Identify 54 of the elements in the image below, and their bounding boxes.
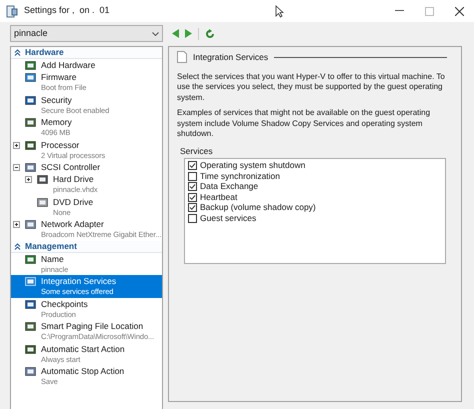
description-text: Examples of services that might not be available on the guest operating system include Volume Shadow Copy Services and operating system shutdown. [177, 108, 432, 140]
chevron-down-icon [152, 32, 159, 36]
setting-icon [25, 276, 36, 287]
checkbox[interactable] [188, 203, 197, 212]
setting-icon [25, 72, 36, 83]
tree-item[interactable]: Add Hardware [11, 59, 162, 71]
services-label: Services [180, 144, 214, 158]
checkbox[interactable] [188, 161, 197, 170]
dropdown-value: pinnacle [14, 26, 48, 40]
service-checkbox[interactable]: Backup (volume shadow copy) [188, 202, 445, 213]
expand-icon[interactable] [13, 221, 20, 228]
checkbox[interactable] [188, 192, 197, 202]
service-checkbox[interactable]: Operating system shutdown [188, 160, 445, 171]
back-arrow-icon[interactable] [172, 29, 179, 38]
collapse-chevron-icon [14, 242, 21, 250]
vm-dropdown[interactable]: pinnacle [10, 25, 163, 42]
setting-icon [25, 94, 36, 106]
service-checkbox[interactable]: Data Exchange [188, 182, 445, 192]
minimize-icon [394, 10, 404, 12]
section-header[interactable]: Management [11, 240, 162, 252]
document-icon [177, 51, 187, 64]
collapse-icon[interactable] [13, 164, 20, 171]
checkbox[interactable] [188, 172, 197, 181]
section-header[interactable]: Hardware [11, 47, 162, 59]
setting-icon [25, 366, 36, 377]
expand-icon[interactable] [13, 142, 20, 148]
service-checkbox[interactable]: Heartbeat [188, 192, 445, 202]
collapse-chevron-icon [14, 49, 21, 56]
setting-icon [25, 60, 36, 71]
setting-icon [25, 254, 36, 264]
tree-item[interactable]: SCSI Controller [11, 161, 162, 173]
expand-icon[interactable] [25, 176, 32, 183]
setting-icon [25, 298, 36, 310]
setting-icon [25, 162, 36, 173]
mouse-cursor-icon [275, 4, 284, 18]
window-title: Settings for , on . 01 [24, 4, 110, 18]
description-text: Select the services that you want Hyper-V to offer to this virtual machine. To use the services you select, they must be supported by the guest operating system. [177, 72, 446, 104]
setting-icon [37, 196, 48, 208]
service-checkbox[interactable]: Time synchronization [188, 171, 445, 182]
setting-icon [25, 321, 36, 332]
close-icon [454, 6, 464, 16]
maximize-icon [424, 6, 434, 16]
setting-icon [25, 117, 36, 128]
settings-icon [6, 4, 18, 18]
setting-icon [25, 344, 36, 354]
setting-icon [37, 174, 48, 185]
service-checkbox[interactable]: Guest services [188, 213, 445, 224]
checkbox[interactable] [188, 214, 197, 223]
setting-icon [25, 219, 36, 230]
section-title: Integration Services [193, 51, 268, 64]
forward-arrow-icon[interactable] [185, 29, 192, 38]
refresh-icon[interactable] [205, 28, 215, 38]
setting-icon [25, 140, 36, 150]
checkbox[interactable] [188, 182, 197, 192]
